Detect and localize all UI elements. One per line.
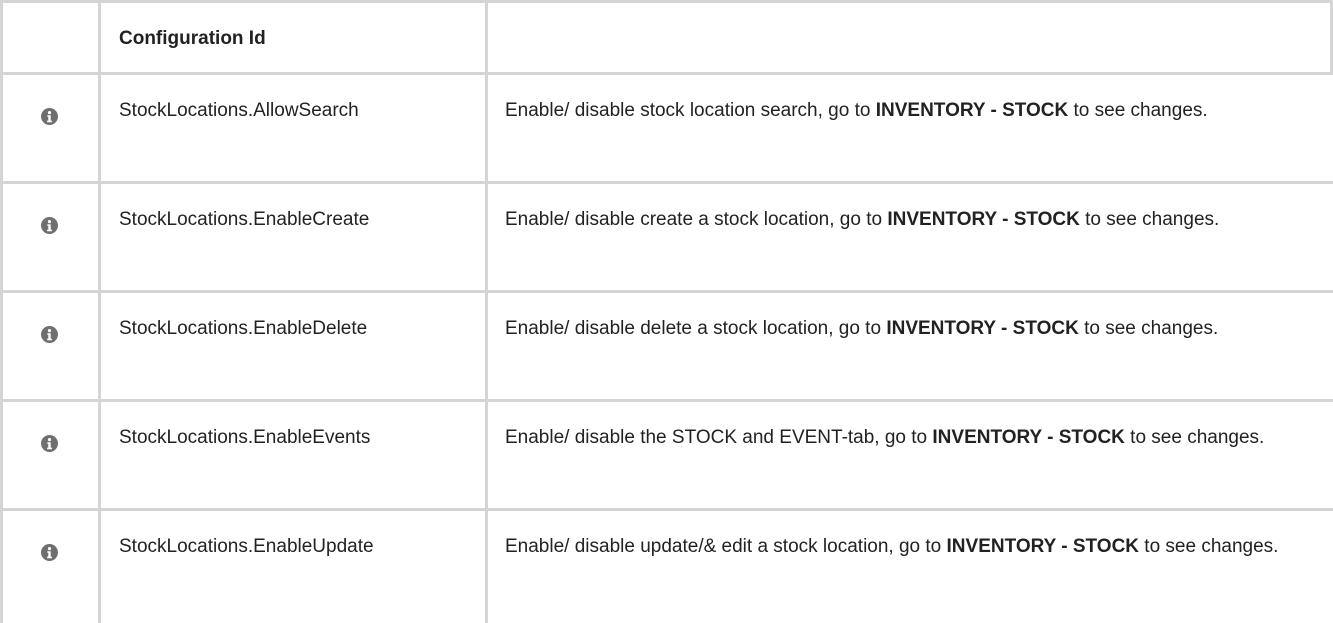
header-divider [0,72,1333,75]
description-text: to see changes. [1124,427,1265,448]
column-divider [98,0,101,623]
info-icon[interactable] [41,217,58,234]
description-text: Enable/ disable the STOCK and EVENT-tab,… [505,427,933,448]
config-description: Enable/ disable stock location search, g… [505,96,1320,126]
description-highlight: INVENTORY - STOCK [875,100,1069,121]
description-text: to see changes. [1078,318,1219,339]
info-icon[interactable] [41,435,58,452]
info-icon[interactable] [41,326,58,343]
description-highlight: INVENTORY - STOCK [932,427,1125,448]
description-text: Enable/ disable create a stock location,… [505,209,888,230]
info-glyph [47,329,52,341]
info-glyph [47,220,52,232]
description-highlight: INVENTORY - STOCK [886,318,1079,339]
config-description: Enable/ disable create a stock location,… [505,205,1320,235]
description-text: Enable/ disable stock location search, g… [505,100,876,121]
table-border-top [0,0,1333,3]
config-id: StockLocations.AllowSearch [119,100,359,121]
config-description: Enable/ disable delete a stock location,… [505,314,1320,344]
row-divider [0,508,1333,511]
info-glyph [47,111,52,123]
description-text: Enable/ disable update/& edit a stock lo… [505,536,947,557]
config-id: StockLocations.EnableCreate [119,209,370,230]
config-id: StockLocations.EnableUpdate [119,536,374,557]
row-divider [0,290,1333,293]
row-divider [0,399,1333,402]
description-text: to see changes. [1079,209,1220,230]
row-divider [0,181,1333,184]
description-highlight: INVENTORY - STOCK [887,209,1080,230]
config-id: StockLocations.EnableDelete [119,318,368,339]
config-description: Enable/ disable the STOCK and EVENT-tab,… [505,423,1320,453]
description-highlight: INVENTORY - STOCK [946,536,1140,557]
info-icon[interactable] [41,108,58,125]
description-text: to see changes. [1139,536,1279,557]
configuration-table: Configuration Id StockLocations.AllowSea… [0,0,1333,623]
config-id: StockLocations.EnableEvents [119,427,371,448]
column-divider [485,0,488,623]
table-border-left [0,0,3,623]
description-text: Enable/ disable delete a stock location,… [505,318,887,339]
info-glyph [47,547,52,559]
info-icon[interactable] [41,544,58,561]
info-glyph [47,438,52,450]
description-text: to see changes. [1068,100,1208,121]
config-description: Enable/ disable update/& edit a stock lo… [505,532,1320,562]
column-header-configuration-id: Configuration Id [119,28,266,49]
